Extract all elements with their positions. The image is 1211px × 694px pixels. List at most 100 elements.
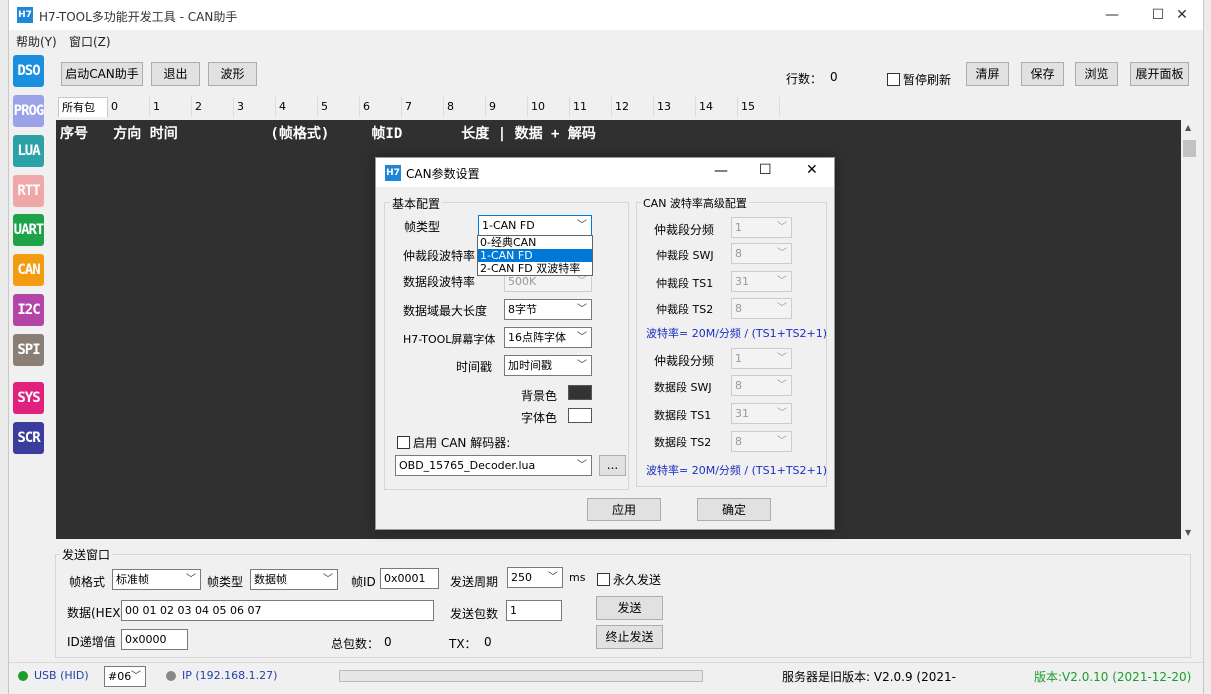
menu-help[interactable]: 帮助(Y): [16, 33, 57, 50]
tab-channel-1[interactable]: 1: [150, 97, 192, 117]
chevron-down-icon: ﹀: [777, 436, 787, 447]
arb-ts2-select[interactable]: 8 ﹀: [731, 298, 792, 319]
tab-channel-6[interactable]: 6: [360, 97, 402, 117]
browse-button[interactable]: 浏览: [1075, 62, 1118, 86]
data-ts1-select[interactable]: 31 ﹀: [731, 403, 792, 424]
minimize-button[interactable]: —: [1089, 0, 1135, 30]
timestamp-label: 时间戳: [456, 360, 493, 374]
tab-channel-10[interactable]: 10: [528, 97, 570, 117]
tab-channel-14[interactable]: 14: [696, 97, 738, 117]
arb-ts1-select[interactable]: 31 ﹀: [731, 271, 792, 292]
scroll-up-icon[interactable]: ▲: [1185, 123, 1191, 132]
dialog-title: CAN参数设置: [406, 167, 480, 181]
period-select[interactable]: 250 ﹀: [507, 567, 563, 588]
frame-id-input[interactable]: 0x0001: [380, 568, 439, 589]
frame-type-select[interactable]: 数据帧 ﹀: [250, 569, 338, 590]
sidebar-item-uart[interactable]: UART: [13, 214, 44, 246]
window-title: H7-TOOL多功能开发工具 - CAN助手: [39, 10, 238, 24]
device-select[interactable]: #06 ﹀: [104, 666, 146, 687]
frame-format-select[interactable]: 标准帧 ﹀: [112, 569, 201, 590]
pause-refresh-checkbox[interactable]: 暂停刷新: [887, 71, 951, 88]
sidebar-item-i2c[interactable]: I2C: [13, 294, 44, 326]
tab-channel-12[interactable]: 12: [612, 97, 654, 117]
frame-type-option-canfd-dual[interactable]: 2-CAN FD 双波特率: [478, 262, 592, 275]
data-ts2-select[interactable]: 8 ﹀: [731, 431, 792, 452]
send-button[interactable]: 发送: [596, 596, 663, 620]
tab-channel-13[interactable]: 13: [654, 97, 696, 117]
scroll-down-icon[interactable]: ▼: [1185, 528, 1191, 537]
sidebar-item-rtt[interactable]: RTT: [13, 175, 44, 207]
tab-channel-9[interactable]: 9: [486, 97, 528, 117]
tab-channel-4[interactable]: 4: [276, 97, 318, 117]
exit-button[interactable]: 退出: [151, 62, 200, 86]
total-packets-label: 总包数：: [331, 637, 380, 651]
sidebar-item-dso[interactable]: DSO: [13, 55, 44, 87]
decoder-browse-button[interactable]: ...: [599, 455, 626, 476]
sidebar-item-sys[interactable]: SYS: [13, 382, 44, 414]
chevron-down-icon: ﹀: [323, 574, 333, 585]
fg-color-swatch[interactable]: [568, 408, 592, 423]
tab-channel-7[interactable]: 7: [402, 97, 444, 117]
data-baud-formula: 波特率= 20M/分频 / (TS1+TS2+1): [646, 464, 828, 477]
checkbox-icon: [887, 73, 900, 86]
send-count-input[interactable]: 1: [506, 600, 562, 621]
id-increment-input[interactable]: 0x0000: [121, 629, 188, 650]
arb-div-select[interactable]: 1 ﹀: [731, 217, 792, 238]
id-increment-label: ID递增值: [67, 635, 116, 649]
frame-type-option-classic[interactable]: 0-经典CAN: [478, 236, 592, 249]
apply-button[interactable]: 应用: [587, 498, 661, 521]
clear-screen-button[interactable]: 清屏: [966, 62, 1009, 86]
chevron-down-icon: ﹀: [577, 360, 587, 371]
arb-sjw-label: 仲裁段 SWJ: [656, 249, 714, 262]
timestamp-select[interactable]: 加时间戳 ﹀: [504, 355, 592, 376]
expand-panel-button[interactable]: 展开面板: [1130, 62, 1189, 86]
dialog-title-bar: H7 CAN参数设置 — ☐ ✕: [376, 158, 834, 187]
arb-sjw-select[interactable]: 8 ﹀: [731, 243, 792, 264]
ok-button[interactable]: 确定: [697, 498, 771, 521]
max-length-select[interactable]: 8字节 ﹀: [504, 299, 592, 320]
menu-window[interactable]: 窗口(Z): [69, 33, 111, 50]
frame-type-option-canfd[interactable]: 1-CAN FD: [478, 249, 592, 262]
save-button[interactable]: 保存: [1021, 62, 1064, 86]
decoder-enable-checkbox[interactable]: 启用 CAN 解码器:: [397, 434, 510, 451]
pause-refresh-label: 暂停刷新: [903, 73, 952, 87]
sidebar-item-can[interactable]: CAN: [13, 254, 44, 286]
stop-send-button[interactable]: 终止发送: [596, 625, 663, 649]
close-window-button[interactable]: ✕: [1159, 0, 1205, 30]
tab-channel-3[interactable]: 3: [234, 97, 276, 117]
decoder-select[interactable]: OBD_15765_Decoder.lua ﹀: [395, 455, 592, 476]
sidebar-item-scr[interactable]: SCR: [13, 422, 44, 454]
forever-send-label: 永久发送: [613, 573, 662, 587]
tab-channel-0[interactable]: 0: [108, 97, 150, 117]
tab-channel-8[interactable]: 8: [444, 97, 486, 117]
tab-channel-5[interactable]: 5: [318, 97, 360, 117]
chevron-down-icon: ﹀: [577, 304, 587, 315]
frame-type-select[interactable]: 1-CAN FD ﹀: [478, 215, 592, 236]
chevron-down-icon: ﹀: [777, 380, 787, 391]
data-sjw-select[interactable]: 8 ﹀: [731, 375, 792, 396]
screen-font-select[interactable]: 16点阵字体 ﹀: [504, 327, 592, 348]
forever-send-checkbox[interactable]: 永久发送: [597, 571, 661, 588]
tab-channel-11[interactable]: 11: [570, 97, 612, 117]
frame-type-label: 帧类型: [404, 220, 441, 234]
wave-button[interactable]: 波形: [208, 62, 257, 86]
start-can-button[interactable]: 启动CAN助手: [61, 62, 143, 86]
channel-tabs: 所有包 0 1 2 3 4 5 6 7 8 9 10 11 12 13 14 15: [58, 97, 780, 117]
scroll-thumb[interactable]: [1183, 140, 1196, 157]
sidebar-item-spi[interactable]: SPI: [13, 334, 44, 366]
dialog-maximize-button[interactable]: ☐: [759, 162, 772, 178]
tab-channel-15[interactable]: 15: [738, 97, 780, 117]
console-scrollbar[interactable]: ▲ ▼: [1181, 120, 1198, 544]
period-unit: ms: [569, 571, 586, 584]
sidebar-item-lua[interactable]: LUA: [13, 135, 44, 167]
tab-all-packets[interactable]: 所有包: [58, 97, 108, 117]
data-div-select[interactable]: 1 ﹀: [731, 348, 792, 369]
data-hex-input[interactable]: 00 01 02 03 04 05 06 07: [121, 600, 434, 621]
tab-channel-2[interactable]: 2: [192, 97, 234, 117]
sidebar-item-prog[interactable]: PROG: [13, 95, 44, 127]
bg-color-swatch[interactable]: [568, 385, 592, 400]
ip-status: IP (192.168.1.27): [182, 669, 278, 682]
dialog-minimize-button[interactable]: —: [714, 163, 728, 179]
chevron-down-icon: ﹀: [131, 671, 141, 682]
dialog-close-button[interactable]: ✕: [806, 162, 818, 178]
